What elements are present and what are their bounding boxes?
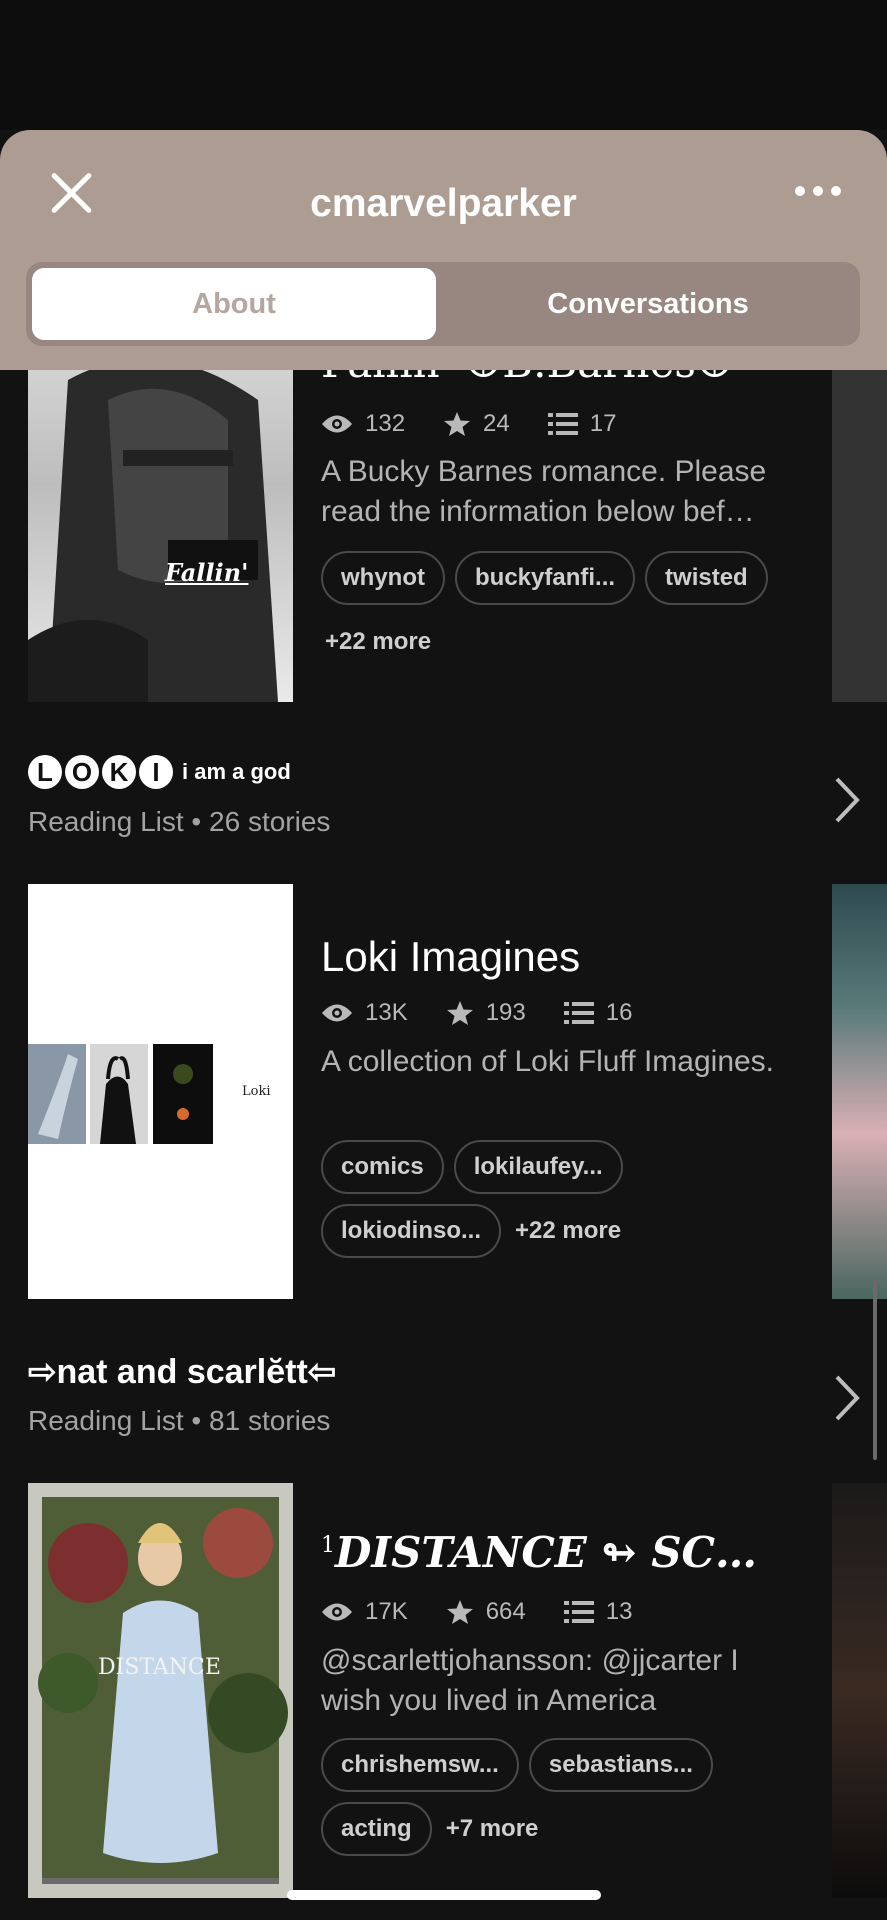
story-description: A Bucky Barnes romance. Please read the … <box>321 455 767 528</box>
views-count: 132 <box>365 410 406 437</box>
parts-count: 16 <box>605 999 633 1026</box>
username-title: cmarvelparker <box>310 182 577 225</box>
chevron-right-icon[interactable] <box>832 1373 862 1423</box>
list-icon <box>547 413 578 435</box>
star-icon <box>446 1600 473 1624</box>
title-badge: K <box>102 755 136 789</box>
tag[interactable]: lokilaufey... <box>453 1140 623 1194</box>
story-title-text: DISTANCE ↬ SC… <box>335 1528 757 1577</box>
story-tags: comics lokilaufey... lokiodinso... +22 m… <box>321 1140 651 1258</box>
eye-icon <box>322 1004 352 1022</box>
cover-title: DISTANCE <box>98 1655 221 1680</box>
story-stats: 17K 664 13 <box>321 1598 670 1626</box>
tag[interactable]: lokiodinso... <box>321 1204 502 1258</box>
parts-count: 13 <box>605 1598 633 1625</box>
home-indicator[interactable] <box>287 1890 601 1900</box>
star-icon <box>446 1001 473 1025</box>
profile-header: cmarvelparker About Conversations <box>0 130 887 370</box>
tag[interactable]: twisted <box>645 551 768 605</box>
eye-icon <box>322 1603 352 1621</box>
reading-list-meta: Reading List • 26 stories <box>28 806 331 837</box>
story-title[interactable]: Loki Imagines <box>321 933 580 981</box>
cover-art <box>38 1497 288 1884</box>
story-tags: chrishemsw... sebastians... acting +7 mo… <box>321 1738 741 1856</box>
story-cover[interactable]: DISTANCE <box>28 1483 293 1898</box>
reading-list-title[interactable]: ⇨nat and scarlĕtt⇦ <box>28 1352 336 1392</box>
title-badge: I <box>139 755 173 789</box>
story-cover[interactable]: Fallin' <box>28 340 293 702</box>
reading-list-title[interactable]: L O K I i am a god <box>28 755 291 789</box>
more-tags[interactable]: +22 more <box>511 1204 621 1258</box>
cover-art <box>28 359 278 702</box>
scroll-indicator[interactable] <box>873 1280 877 1460</box>
story-description: A collection of Loki Fluff Imagines. <box>321 1045 775 1078</box>
more-dots-icon[interactable] <box>795 186 841 196</box>
tag[interactable]: comics <box>321 1140 444 1194</box>
parts-count: 17 <box>589 410 617 437</box>
profile-tabs: About Conversations <box>26 262 860 346</box>
more-tags[interactable]: +22 more <box>321 615 431 669</box>
views-count: 17K <box>365 1598 408 1625</box>
more-tags[interactable]: +7 more <box>442 1802 539 1856</box>
title-superscript: 1 <box>321 1533 335 1558</box>
title-badge: L <box>28 755 62 789</box>
story-cover[interactable]: Loki <box>28 884 293 1299</box>
chevron-right-icon[interactable] <box>832 775 862 825</box>
tab-conversations[interactable]: Conversations <box>440 268 856 340</box>
list-icon <box>563 1002 594 1024</box>
next-story-cover[interactable] <box>832 1483 887 1898</box>
cover-title: Fallin' <box>165 558 249 587</box>
story-tags: whynot buckyfanfi... twisted +22 more <box>321 551 801 669</box>
cover-title: Loki <box>242 1084 271 1099</box>
story-stats: 132 24 17 <box>321 410 654 438</box>
next-story-cover[interactable] <box>832 884 887 1299</box>
list-name: i am a god <box>182 759 291 784</box>
votes-count: 664 <box>485 1598 526 1625</box>
next-story-cover[interactable] <box>832 340 887 702</box>
reading-list-meta: Reading List • 81 stories <box>28 1405 331 1436</box>
votes-count: 24 <box>483 410 510 437</box>
story-stats: 13K 193 16 <box>321 999 670 1027</box>
tag[interactable]: chrishemsw... <box>321 1738 519 1792</box>
list-icon <box>563 1601 594 1623</box>
title-badge: O <box>65 755 99 789</box>
story-title[interactable]: 1DISTANCE ↬ SC… <box>321 1528 757 1577</box>
votes-count: 193 <box>485 999 526 1026</box>
eye-icon <box>322 415 352 433</box>
views-count: 13K <box>365 999 408 1026</box>
tag[interactable]: whynot <box>321 551 445 605</box>
star-icon <box>444 412 471 436</box>
tab-about[interactable]: About <box>32 268 436 340</box>
tag[interactable]: buckyfanfi... <box>455 551 636 605</box>
status-bar <box>0 0 887 130</box>
tag[interactable]: acting <box>321 1802 432 1856</box>
story-description: @scarlettjohansson: @jjcarter I wish you… <box>321 1644 739 1717</box>
tag[interactable]: sebastians... <box>528 1738 713 1792</box>
